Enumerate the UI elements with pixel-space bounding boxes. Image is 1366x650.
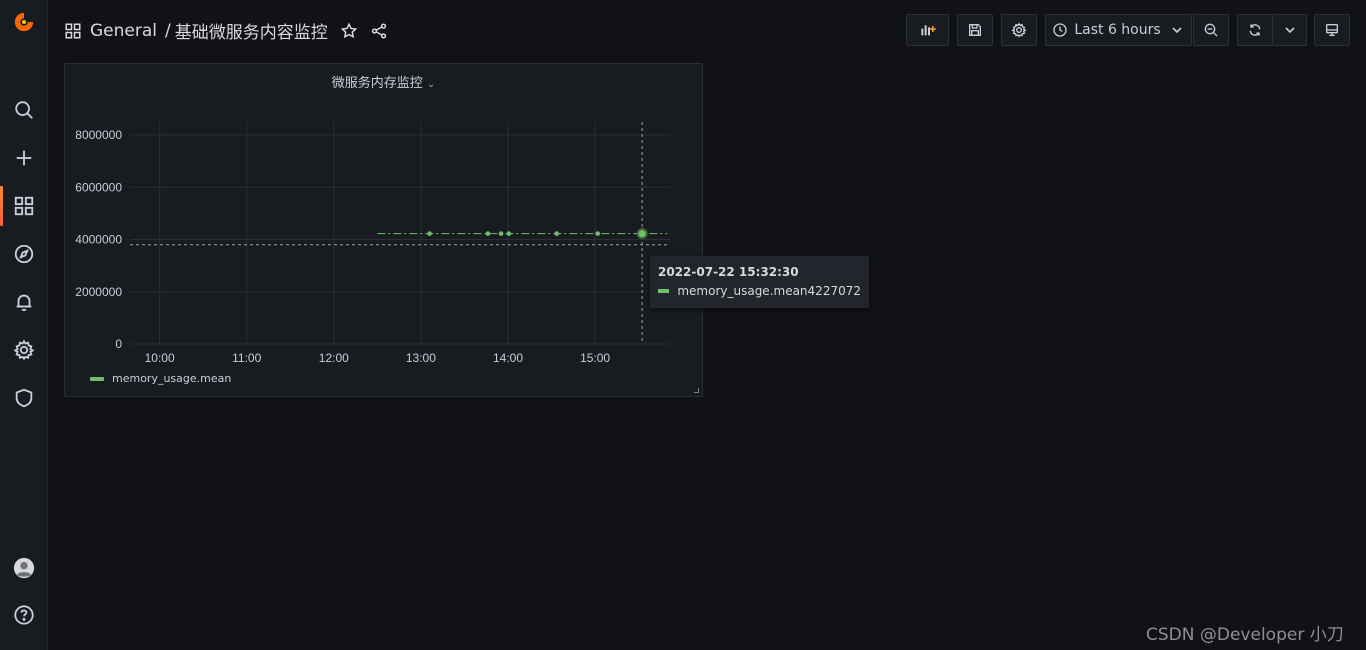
data-point <box>595 231 601 236</box>
search-icon[interactable] <box>0 90 48 130</box>
refresh-interval-dropdown[interactable] <box>1272 14 1307 46</box>
time-range-picker[interactable]: Last 6 hours <box>1045 14 1192 46</box>
help-icon[interactable] <box>0 595 48 635</box>
y-tick-label: 2000000 <box>75 285 122 299</box>
dashboard-settings-button[interactable] <box>1001 14 1037 46</box>
tooltip-series: memory_usage.mean <box>677 284 808 298</box>
x-tick-label: 15:00 <box>580 351 610 365</box>
y-tick-label: 4000000 <box>75 233 122 247</box>
dashboard-navbar: General / 基础微服务内容监控 Last 6 hours <box>48 0 1366 62</box>
grafana-logo-icon[interactable] <box>0 2 48 42</box>
x-tick-label: 13:00 <box>406 351 436 365</box>
data-point <box>485 231 491 236</box>
tv-mode-button[interactable] <box>1314 14 1350 46</box>
watermark: CSDN @Developer 小刀 <box>1146 625 1344 645</box>
clock-icon <box>1052 22 1068 38</box>
avatar-icon[interactable] <box>0 548 48 588</box>
x-tick-label: 10:00 <box>145 351 175 365</box>
gear-icon[interactable] <box>0 330 48 370</box>
memory-panel[interactable]: 微服务内存监控 ⌄ 0 2000000 4000000 6000000 8000000 10… <box>64 63 703 397</box>
refresh-button[interactable] <box>1237 14 1273 46</box>
chart-legend: memory_usage.mean <box>90 372 231 385</box>
panel-resize-handle[interactable] <box>694 388 699 393</box>
zoom-out-button[interactable] <box>1193 14 1229 46</box>
data-point <box>506 231 512 236</box>
dashboard-title[interactable]: 基础微服务内容监控 <box>175 18 328 43</box>
explore-icon[interactable] <box>0 234 48 274</box>
breadcrumb-folder[interactable]: General <box>90 21 157 41</box>
star-icon[interactable] <box>340 22 358 40</box>
legend-series-label[interactable]: memory_usage.mean <box>112 372 231 385</box>
x-tick-label: 11:00 <box>232 351 261 365</box>
tooltip-row: memory_usage.mean 4227072 <box>658 284 861 298</box>
tooltip-time: 2022-07-22 15:32:30 <box>658 265 799 279</box>
dashboards-icon[interactable] <box>0 186 48 226</box>
alert-bell-icon[interactable] <box>0 282 48 322</box>
breadcrumb-separator: / <box>165 20 171 41</box>
y-tick-label: 6000000 <box>75 180 122 194</box>
data-point <box>427 231 432 236</box>
tooltip-swatch <box>658 289 670 293</box>
time-range-label: Last 6 hours <box>1074 22 1161 38</box>
data-point <box>554 231 560 236</box>
share-icon[interactable] <box>370 22 388 40</box>
save-dashboard-button[interactable] <box>957 14 993 46</box>
plus-icon[interactable] <box>0 138 48 178</box>
dashboard-grid-icon <box>64 22 82 40</box>
shield-icon[interactable] <box>0 378 48 418</box>
chart-tooltip: 2022-07-22 15:32:30 memory_usage.mean 42… <box>650 256 869 308</box>
breadcrumb: General / 基础微服务内容监控 <box>64 18 388 43</box>
x-tick-label: 12:00 <box>319 351 349 365</box>
x-tick-label: 14:00 <box>493 351 523 365</box>
chevron-down-icon <box>1169 22 1185 38</box>
legend-swatch <box>90 376 104 381</box>
y-tick-label: 8000000 <box>75 128 122 142</box>
hover-point <box>636 228 648 240</box>
y-tick-label: 0 <box>115 337 122 351</box>
memory-chart[interactable]: 0 2000000 4000000 6000000 8000000 10:00 11:00 1… <box>65 64 702 396</box>
side-menu <box>0 0 48 650</box>
data-point <box>498 231 504 236</box>
add-panel-button[interactable] <box>906 14 949 46</box>
tooltip-value: 4227072 <box>807 284 861 298</box>
